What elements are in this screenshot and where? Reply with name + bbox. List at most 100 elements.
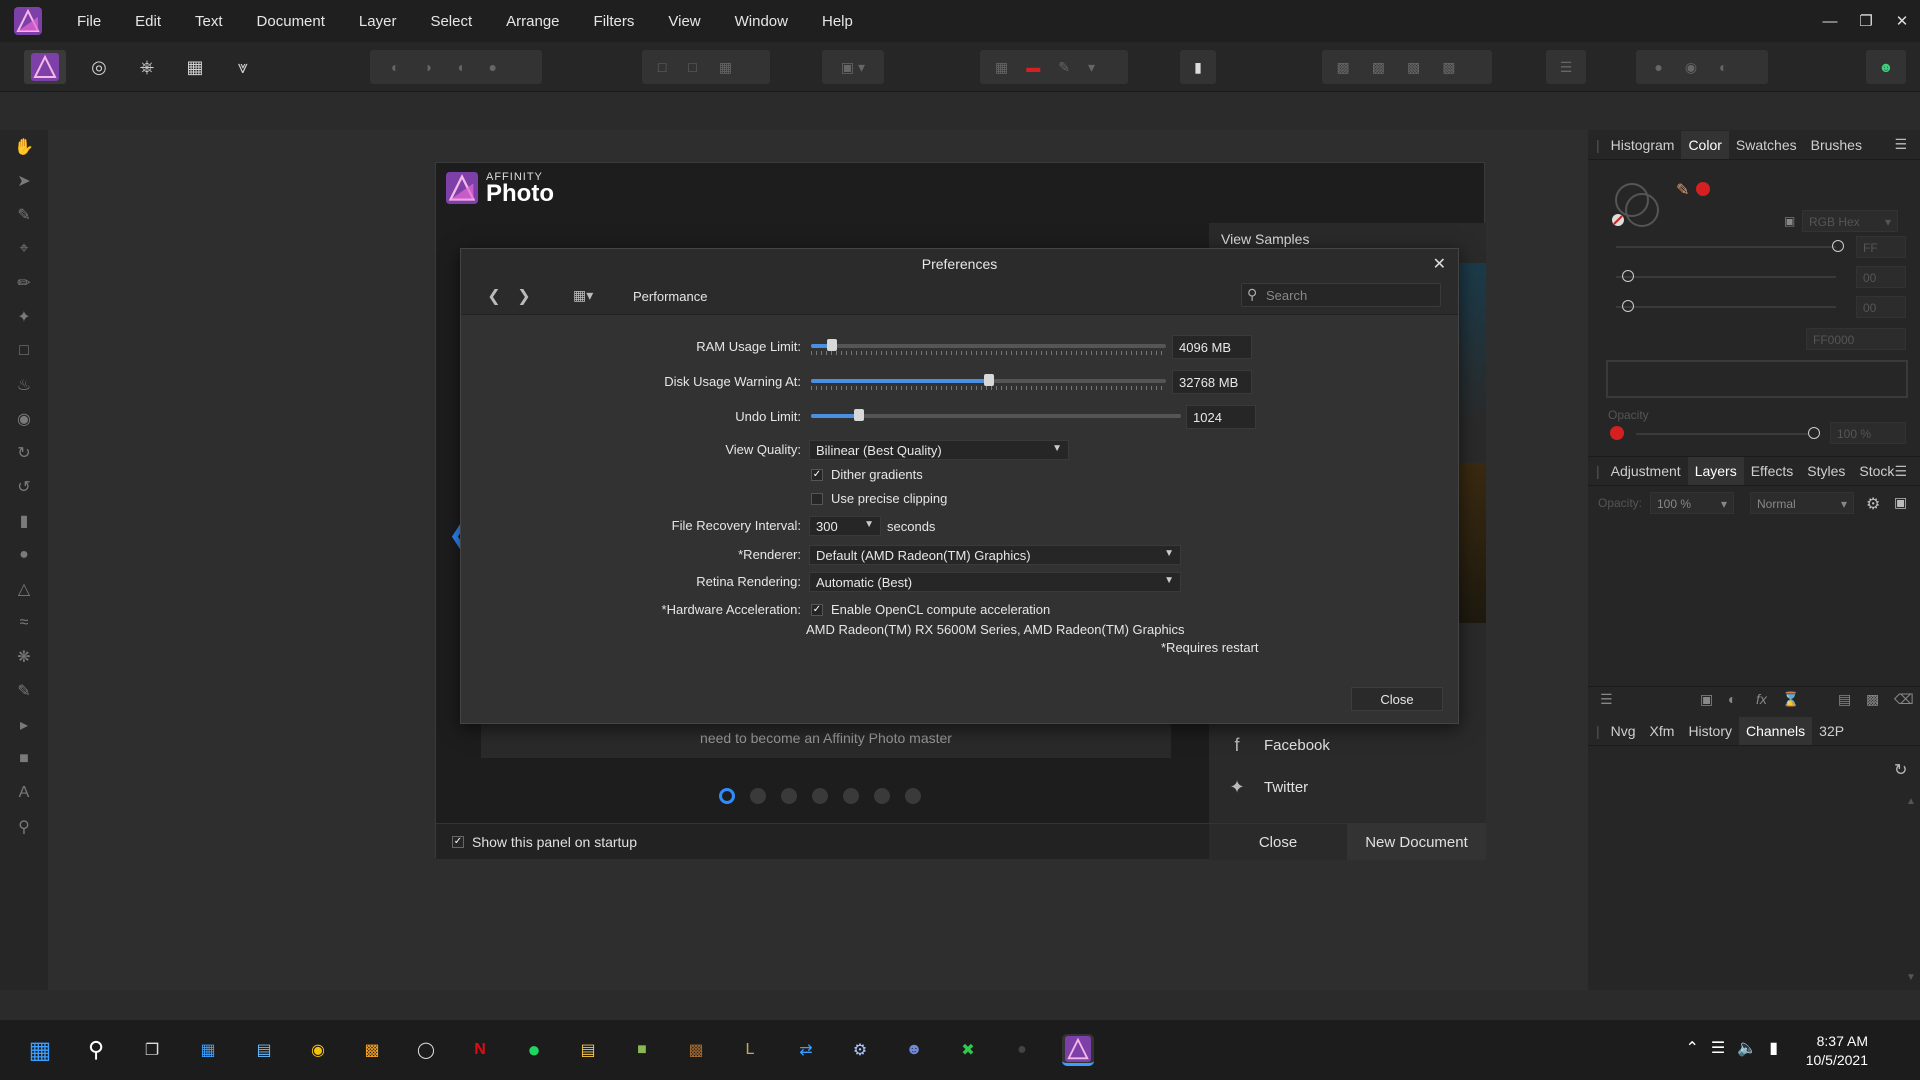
menu-layer[interactable]: Layer [342,13,414,30]
restore-icon[interactable]: ❐ [1848,12,1884,30]
slider-knob[interactable] [1832,240,1844,252]
slider-knob[interactable] [1622,270,1634,282]
dodge-tool-icon[interactable]: ↻ [0,436,48,470]
export-persona-icon[interactable]: ⩔ [226,50,260,84]
grid-menu-icon[interactable]: ▦▾ [565,283,611,309]
tab-brushes[interactable]: Brushes [1804,137,1869,153]
close-window-icon[interactable]: ✕ [1884,12,1920,30]
layers-opacity-select[interactable]: 100 % ▾ [1650,492,1734,514]
crop-tool-icon[interactable]: ⌖ [0,232,48,266]
adjustment-layer-icon[interactable]: ◐ [1728,691,1736,707]
mesh-warp-tool-icon[interactable]: ≈ [0,606,48,640]
precise-clipping-checkbox[interactable]: Use precise clipping [811,491,947,506]
pen-tool-icon[interactable]: ✎ [0,674,48,708]
discord-icon[interactable]: ☻ [898,1034,930,1066]
menu-help[interactable]: Help [805,13,870,30]
menu-arrange[interactable]: Arrange [489,13,576,30]
chrome-icon[interactable]: ◉ [302,1034,334,1066]
quick-mask-group[interactable]: ▣ ▾ [822,50,884,84]
file-explorer-icon[interactable]: ▤ [572,1034,604,1066]
dell-icon[interactable]: ◯ [410,1034,442,1066]
recovery-interval-select[interactable]: 300 ▼ [809,516,881,536]
arrange-group[interactable]: ▩▩▩▩ [1322,50,1492,84]
tab-channels[interactable]: Channels [1739,716,1813,745]
color-model-select[interactable]: RGB Hex ▾ [1802,210,1898,232]
live-filter-icon[interactable]: ⌛ [1782,691,1799,708]
assistant-icon[interactable]: ▮ [1180,50,1216,84]
r-value-field[interactable]: FF [1856,236,1906,258]
affinity-photo-logo[interactable] [14,7,42,35]
ram-slider[interactable] [811,338,1166,356]
slider-knob[interactable] [854,409,865,421]
menu-text[interactable]: Text [178,13,240,30]
spotify-icon[interactable]: ● [518,1034,550,1066]
tab-32p[interactable]: 32P [1812,723,1851,739]
tone-mapping-persona-icon[interactable]: ▦ [178,50,212,84]
opacity-swatch[interactable] [1610,426,1624,440]
gear-icon[interactable]: ⚙ [1866,494,1880,514]
minimize-icon[interactable]: — [1812,13,1848,30]
welcome-close-button[interactable]: Close [1209,824,1347,860]
blur-tool-icon[interactable]: ● [0,538,48,572]
menu-select[interactable]: Select [413,13,489,30]
menu-edit[interactable]: Edit [118,13,178,30]
lock-icon[interactable]: ▣ [1894,494,1907,511]
fx-icon[interactable]: fx [1756,691,1767,707]
r-slider[interactable] [1616,246,1836,248]
carousel-dot[interactable] [781,788,797,804]
tab-styles[interactable]: Styles [1800,463,1852,479]
liquify-persona-icon[interactable]: ◎ [82,50,116,84]
layers-stack-icon[interactable]: ☰ [1600,691,1613,708]
trash-icon[interactable]: ⌫ [1894,691,1914,708]
hex-value-field[interactable]: FF0000 [1806,328,1906,350]
tab-swatches[interactable]: Swatches [1729,137,1804,153]
opacity-value-field[interactable]: 100 % [1830,422,1906,444]
rectangle-tool-icon[interactable]: ■ [0,742,48,776]
reset-icon[interactable]: ↻ [1894,760,1907,780]
renderer-select[interactable]: Default (AMD Radeon(TM) Graphics) ▼ [809,545,1181,565]
develop-persona-icon[interactable]: ⎈ [130,50,164,84]
facebook-link[interactable]: f Facebook [1226,735,1329,756]
photo-persona-button[interactable] [24,50,66,84]
tab-color[interactable]: Color [1681,130,1729,159]
mask-layer-icon[interactable]: ▣ [1700,691,1713,708]
forward-icon[interactable]: ❯ [509,283,539,309]
clock[interactable]: 8:37 AM 10/5/2021 [1806,1032,1868,1070]
task-view-icon[interactable]: ❐ [136,1034,168,1066]
selection-group[interactable]: □□▦ [642,50,770,84]
opencl-checkbox[interactable]: ✓ Enable OpenCL compute acceleration [811,602,1050,617]
healing-tool-icon[interactable]: △ [0,572,48,606]
marquee-tool-icon[interactable]: □ [0,334,48,368]
menu-view[interactable]: View [651,13,717,30]
search-icon[interactable]: ⚲ [80,1034,112,1066]
minecraft-icon[interactable]: ■ [626,1034,658,1066]
paint-brush-tool-icon[interactable]: ◉ [0,402,48,436]
minecraft-dungeons-icon[interactable]: ▩ [680,1034,712,1066]
group-folder-icon[interactable]: ▤ [1838,691,1851,708]
netflix-icon[interactable]: N [464,1034,496,1066]
back-icon[interactable]: ❮ [479,283,509,309]
widgets-icon[interactable]: ▦ [192,1034,224,1066]
disk-slider[interactable] [811,373,1166,391]
b-slider[interactable] [1616,306,1836,308]
clone-tool-icon[interactable]: ↺ [0,470,48,504]
menu-file[interactable]: File [60,13,118,30]
align-icon[interactable]: ☰ [1546,50,1586,84]
current-color-swatch[interactable] [1696,182,1710,196]
league-of-legends-icon[interactable]: L [734,1034,766,1066]
tab-layers[interactable]: Layers [1687,457,1744,485]
scroll-down-icon[interactable]: ▼ [1906,972,1916,983]
tab-histogram[interactable]: Histogram [1604,137,1682,153]
blend-mode-select[interactable]: Normal ▾ [1750,492,1854,514]
slider-knob[interactable] [1622,300,1634,312]
tab-navigator[interactable]: Nvg [1604,723,1643,739]
retina-select[interactable]: Automatic (Best) ▼ [809,572,1181,592]
sample-thumbnail[interactable] [1456,463,1486,623]
slider-knob[interactable] [827,339,838,351]
tab-history[interactable]: History [1681,723,1739,739]
sample-thumbnail[interactable] [1456,263,1486,423]
xbox-icon[interactable]: ✖ [952,1034,984,1066]
color-picker-tool-icon[interactable]: ✎ [0,198,48,232]
tab-effects[interactable]: Effects [1744,463,1801,479]
text-tool-icon[interactable]: A [0,776,48,810]
